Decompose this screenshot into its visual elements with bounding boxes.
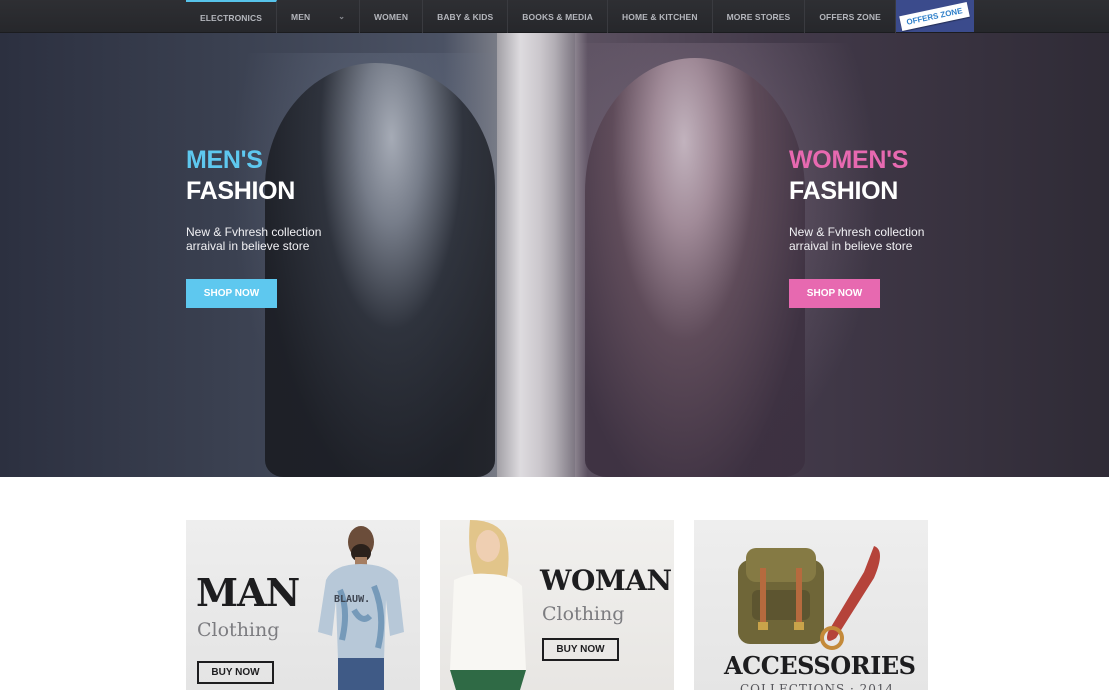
- top-navigation-bar: ELECTRONICS MEN ⌄ WOMEN BABY & KIDS BOOK…: [0, 0, 1109, 33]
- nav-item-men-label: MEN: [291, 11, 311, 22]
- man-clothing-card[interactable]: BLAUW. MAN Clothing BUY NOW: [186, 520, 420, 690]
- man-card-subtitle: Clothing: [197, 619, 280, 641]
- woman-card-subtitle: Clothing: [542, 603, 625, 625]
- accessories-card-subtitle: COLLECTIONS · 2014: [740, 682, 895, 690]
- accessories-card[interactable]: ACCESSORIES COLLECTIONS · 2014: [694, 520, 928, 690]
- hero-door-divider: [497, 33, 575, 477]
- hero-mens-fashion-block: MEN'S FASHION New & Fvhresh collection a…: [186, 145, 346, 308]
- hero-womens-title: FASHION: [789, 177, 899, 205]
- womens-shop-now-button[interactable]: SHOP NOW: [789, 279, 880, 308]
- nav-item-women[interactable]: WOMEN: [360, 0, 424, 33]
- woman-model-photo: [450, 520, 526, 690]
- man-buy-now-button[interactable]: BUY NOW: [197, 661, 274, 684]
- nav-item-more-stores[interactable]: MORE STORES: [713, 0, 806, 33]
- backpack-and-belt-photo: [738, 546, 880, 650]
- nav-item-books-media[interactable]: BOOKS & MEDIA: [508, 0, 609, 33]
- mens-shop-now-button[interactable]: SHOP NOW: [186, 279, 277, 308]
- nav-item-baby-kids[interactable]: BABY & KIDS: [423, 0, 509, 33]
- category-cards: BLAUW. MAN Clothing BUY NOW WOMAN Clothi…: [186, 520, 928, 690]
- hero-womens-fashion-block: WOMEN'S FASHION New & Fvhresh collection…: [789, 145, 949, 308]
- nav-item-home-kitchen[interactable]: HOME & KITCHEN: [608, 0, 713, 33]
- hero-womens-description: New & Fvhresh collection arraival in bel…: [789, 225, 925, 253]
- hero-mens-description: New & Fvhresh collection arraival in bel…: [186, 225, 322, 253]
- man-card-title: MAN: [196, 570, 300, 615]
- nav-item-men[interactable]: MEN ⌄: [277, 0, 361, 33]
- accessories-card-title: ACCESSORIES: [724, 651, 916, 680]
- woman-buy-now-button[interactable]: BUY NOW: [542, 638, 619, 661]
- offers-zone-ribbon: OFFERS ZONE: [899, 1, 971, 31]
- hero-woman-photo: [585, 58, 805, 477]
- hero-banner: MEN'S FASHION New & Fvhresh collection a…: [0, 33, 1109, 477]
- shirt-print-text: BLAUW.: [334, 594, 370, 605]
- nav-menu: ELECTRONICS MEN ⌄ WOMEN BABY & KIDS BOOK…: [186, 0, 974, 33]
- nav-item-electronics[interactable]: ELECTRONICS: [186, 0, 278, 33]
- hero-mens-category: MEN'S: [186, 146, 263, 174]
- woman-card-title: WOMAN: [540, 564, 672, 597]
- offers-zone-badge[interactable]: OFFERS ZONE: [895, 0, 974, 32]
- chevron-down-icon: ⌄: [338, 12, 346, 21]
- nav-item-offers-zone[interactable]: OFFERS ZONE: [805, 0, 896, 33]
- hero-mens-title: FASHION: [186, 177, 296, 205]
- offers-zone-badge-label: OFFERS ZONE: [906, 5, 964, 27]
- man-model-photo: BLAUW.: [318, 526, 404, 690]
- woman-clothing-card[interactable]: WOMAN Clothing BUY NOW: [440, 520, 674, 690]
- hero-womens-category: WOMEN'S: [789, 146, 909, 174]
